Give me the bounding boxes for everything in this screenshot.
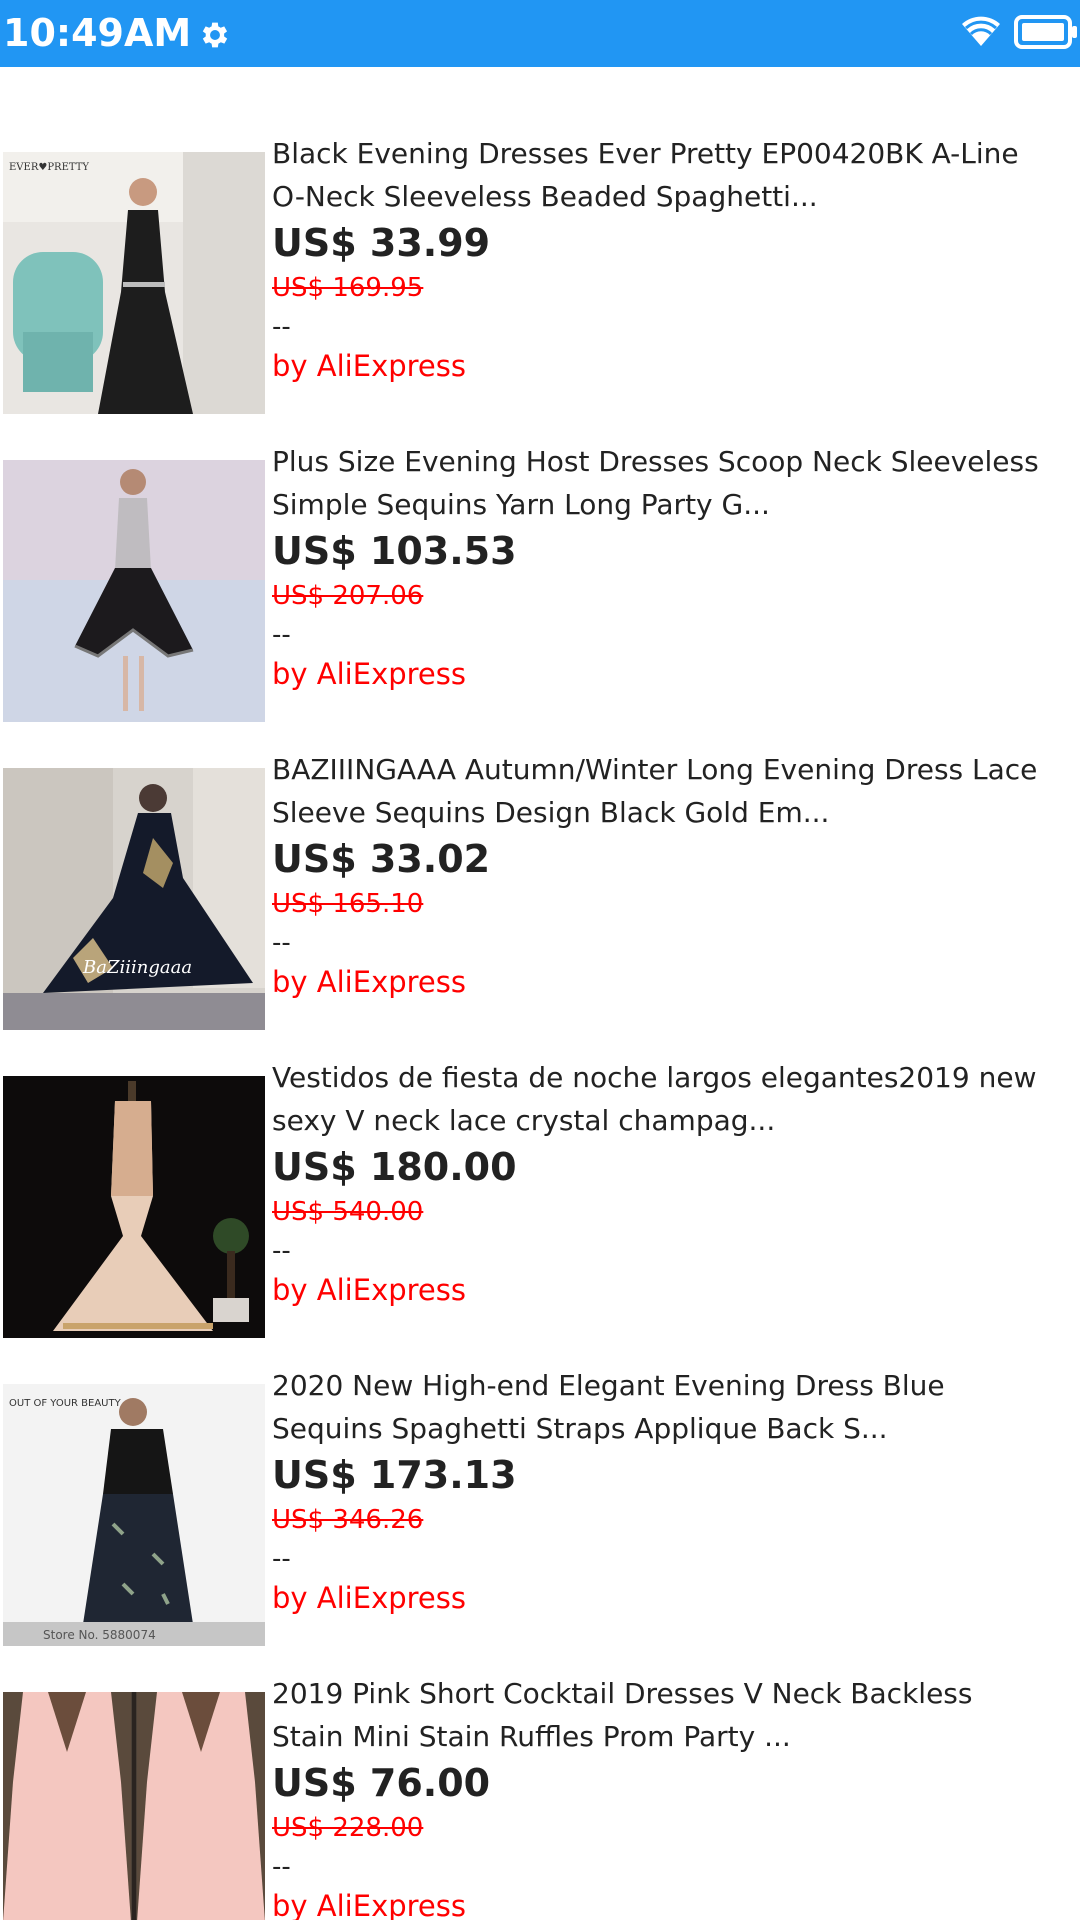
status-bar: 10:49AM [0,0,1080,67]
image-footer-text: Store No. 5880074 [43,1628,156,1642]
image-brand-text: OUT OF YOUR BEAUTY [9,1398,122,1409]
product-item[interactable]: 2019 Pink Short Cocktail Dresses V Neck … [0,1674,1080,1920]
seller-label[interactable]: by AliExpress [272,1270,466,1310]
product-image[interactable] [3,1692,265,1920]
seller-label[interactable]: by AliExpress [272,346,466,386]
product-price: US$ 33.99 [272,221,491,265]
original-price: US$ 228.00 [272,1813,424,1843]
wifi-icon [962,16,1000,46]
rating-placeholder: -- [272,1236,291,1266]
seller-label[interactable]: by AliExpress [272,1578,466,1618]
product-price: US$ 173.13 [272,1453,517,1497]
rating-placeholder: -- [272,620,291,650]
image-brand-text: EVER♥PRETTY [9,162,89,173]
product-item[interactable]: EVER♥PRETTY Black Evening Dresses Ever P… [0,134,1080,442]
product-image[interactable] [3,1076,265,1338]
product-image[interactable] [3,460,265,722]
seller-label[interactable]: by AliExpress [272,654,466,694]
product-price: US$ 103.53 [272,529,517,573]
battery-icon [1014,15,1077,49]
product-item[interactable]: OUT OF YOUR BEAUTY Store No. 5880074 202… [0,1366,1080,1674]
original-price: US$ 165.10 [272,889,424,919]
rating-placeholder: -- [272,1544,291,1574]
seller-label[interactable]: by AliExpress [272,962,466,1002]
product-title[interactable]: 2020 New High-end Elegant Evening Dress … [272,1364,1072,1450]
product-item[interactable]: BaZiiingaaa BAZIIINGAAA Autumn/Winter Lo… [0,750,1080,1058]
seller-label[interactable]: by AliExpress [272,1886,466,1920]
product-title[interactable]: 2019 Pink Short Cocktail Dresses V Neck … [272,1672,1072,1758]
product-price: US$ 76.00 [272,1761,491,1805]
rating-placeholder: -- [272,312,291,342]
product-image[interactable]: OUT OF YOUR BEAUTY Store No. 5880074 [3,1384,265,1646]
original-price: US$ 169.95 [272,273,424,303]
gear-icon [202,22,228,48]
product-title[interactable]: BAZIIINGAAA Autumn/Winter Long Evening D… [272,748,1072,834]
product-image[interactable]: EVER♥PRETTY [3,152,265,414]
image-brand-text: BaZiiingaaa [82,957,192,978]
status-time: 10:49AM [3,11,192,55]
product-item[interactable]: Plus Size Evening Host Dresses Scoop Nec… [0,442,1080,750]
original-price: US$ 540.00 [272,1197,424,1227]
product-item[interactable]: Vestidos de fiesta de noche largos elega… [0,1058,1080,1366]
product-price: US$ 180.00 [272,1145,517,1189]
rating-placeholder: -- [272,928,291,958]
product-list[interactable]: EVER♥PRETTY Black Evening Dresses Ever P… [0,67,1080,1920]
original-price: US$ 346.26 [272,1505,424,1535]
product-price: US$ 33.02 [272,837,491,881]
rating-placeholder: -- [272,1852,291,1882]
product-image[interactable]: BaZiiingaaa [3,768,265,1030]
original-price: US$ 207.06 [272,581,424,611]
product-title[interactable]: Vestidos de fiesta de noche largos elega… [272,1056,1072,1142]
product-title[interactable]: Black Evening Dresses Ever Pretty EP0042… [272,132,1072,218]
product-title[interactable]: Plus Size Evening Host Dresses Scoop Nec… [272,440,1072,526]
